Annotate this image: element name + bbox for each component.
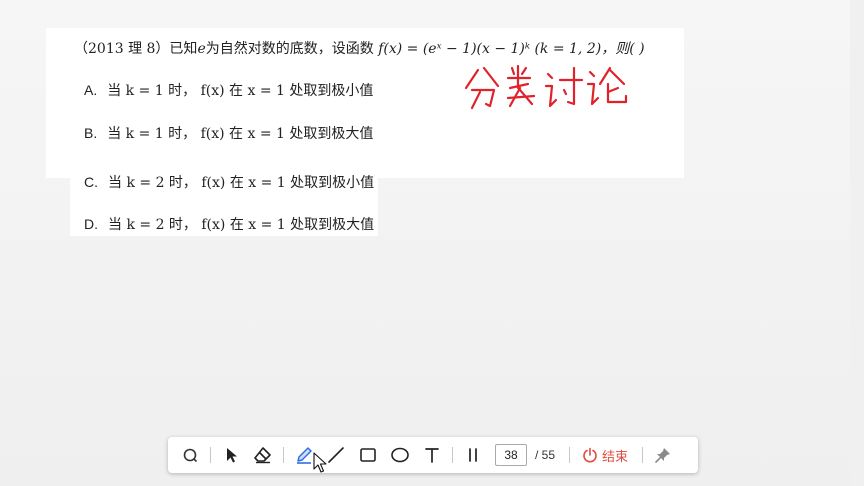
handwritten-annotation [464, 64, 628, 110]
text-icon [425, 448, 439, 463]
toolbar-divider [569, 447, 571, 463]
rectangle-button[interactable] [352, 439, 384, 471]
question-title: （2013 理 8）已知e为自然对数的底数，设函数 f(x) = (eˣ − 1… [74, 38, 645, 58]
page-total: / 55 [535, 448, 556, 462]
pause-icon [469, 448, 477, 462]
pin-icon [655, 448, 671, 463]
option-text: 当 k = 1 时， f(x) 在 x = 1 处取到极大值 [107, 126, 374, 142]
right-scroll-edge [850, 0, 864, 486]
toolbar-divider [452, 447, 453, 463]
eraser-button[interactable] [247, 439, 279, 471]
laser-icon [183, 448, 197, 462]
question-mid: 为自然对数的底数，设函数 [205, 41, 374, 57]
pen-icon [297, 447, 312, 464]
power-icon [583, 447, 597, 463]
option-text: 当 k = 1 时， f(x) 在 x = 1 处取到极小值 [107, 83, 374, 99]
option-text: 当 k = 2 时， f(x) 在 x = 1 处取到极大值 [108, 217, 375, 233]
option-letter: D. [84, 216, 98, 232]
slide-stage: （2013 理 8）已知e为自然对数的底数，设函数 f(x) = (eˣ − 1… [0, 0, 864, 486]
question-prefix: （2013 理 8）已知 [74, 41, 198, 57]
option-b: B. 当 k = 1 时， f(x) 在 x = 1 处取到极大值 [84, 123, 373, 143]
pin-button[interactable] [647, 439, 679, 471]
text-button[interactable] [416, 439, 448, 471]
end-show-button[interactable]: 结束 [582, 446, 628, 465]
question-e-var: e [197, 41, 206, 57]
option-text: 当 k = 2 时， f(x) 在 x = 1 处取到极小值 [108, 175, 375, 191]
option-letter: A. [84, 82, 98, 98]
option-letter: C. [84, 174, 98, 190]
pointer-icon [227, 448, 237, 463]
toolbar-divider [283, 447, 284, 463]
option-letter: B. [84, 125, 98, 141]
pointer-button[interactable] [215, 439, 247, 471]
page-number-input[interactable] [495, 444, 527, 466]
option-c: C. 当 k = 2 时， f(x) 在 x = 1 处取到极小值 [84, 172, 374, 192]
toolbar-divider [642, 447, 644, 463]
mouse-cursor-icon [313, 452, 327, 473]
ellipse-button[interactable] [384, 439, 416, 471]
pause-button[interactable] [457, 439, 489, 471]
toolbar-divider [210, 447, 211, 463]
end-show-label: 结束 [602, 448, 629, 464]
rectangle-icon [360, 448, 376, 462]
question-formula: f(x) = (eˣ − 1)(x − 1)ᵏ (k = 1, 2)，则( ) [378, 41, 645, 57]
laser-button[interactable] [174, 439, 206, 471]
option-d: D. 当 k = 2 时， f(x) 在 x = 1 处取到极大值 [84, 214, 374, 234]
eraser-icon [254, 447, 271, 464]
option-a: A. 当 k = 1 时， f(x) 在 x = 1 处取到极小值 [84, 80, 373, 100]
presentation-toolbar: / 55 结束 [168, 437, 698, 473]
line-icon [328, 447, 344, 463]
ellipse-icon [391, 447, 409, 463]
